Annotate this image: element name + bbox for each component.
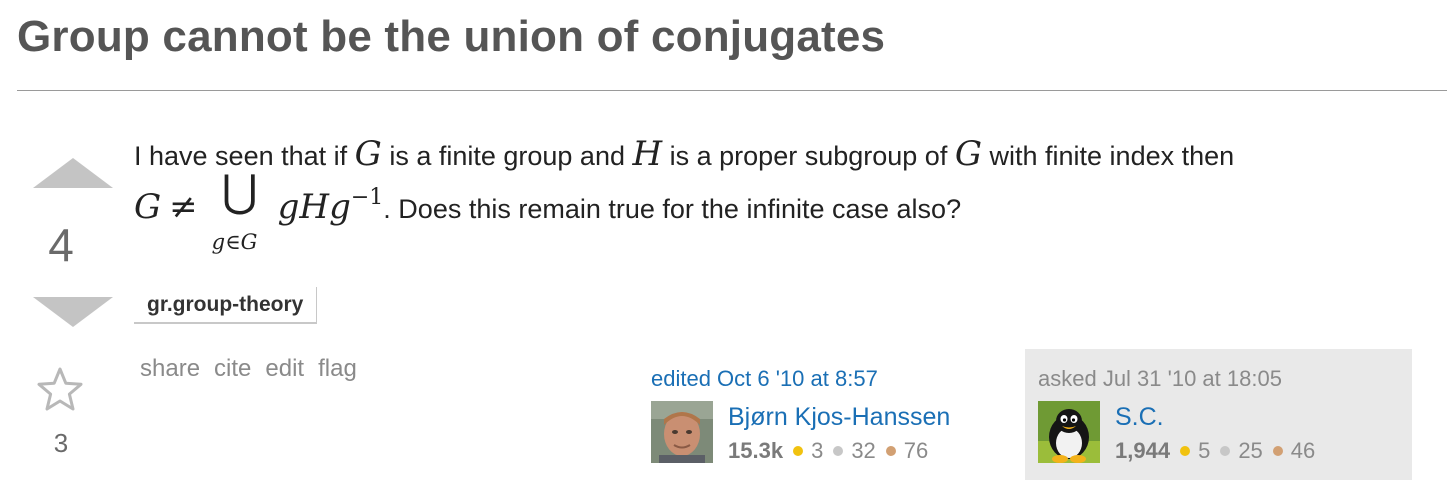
asker-reputation: 1,944 5 25 46 (1115, 438, 1316, 463)
editor-avatar[interactable] (651, 401, 713, 463)
editor-reputation: 15.3k 3 32 76 (728, 438, 929, 463)
body-line-2: G ≠ ⋃ g∈G gHg−1. Does this remain true for t… (134, 170, 1424, 255)
upvote-arrow-icon[interactable] (33, 158, 113, 188)
favorite-count: 3 (53, 428, 69, 458)
post-menu: share cite edit flag (140, 355, 371, 383)
asker-avatar[interactable] (1038, 401, 1100, 463)
asked-timestamp[interactable]: asked Jul 31 '10 at 18:05 (1038, 366, 1282, 392)
reputation-score: 1,944 (1115, 438, 1171, 463)
silver-badge-icon (833, 446, 844, 457)
question-title[interactable]: Group cannot be the union of conjugates (17, 12, 885, 62)
asker-name[interactable]: S.C. (1115, 403, 1164, 432)
bronze-badge-icon (1272, 446, 1283, 457)
math-gHg: gHg (277, 187, 351, 227)
editor-signature: edited Oct 6 '10 at 8:57 Bjørn Kjos-Hans… (651, 364, 1011, 480)
bronze-badge-icon (885, 446, 896, 457)
math-exponent: −1 (350, 185, 384, 210)
flag-link[interactable]: flag (318, 355, 357, 382)
downvote-arrow-icon[interactable] (33, 297, 113, 327)
body-line-1: I have seen that if G is a finite group … (134, 134, 1235, 174)
bigcup-subscript: g∈G (211, 230, 258, 254)
gold-badge-icon (1180, 446, 1191, 457)
math-bigcup: ⋃ g∈G (206, 170, 276, 255)
question-body: I have seen that if G is a finite group … (134, 133, 1424, 255)
gold-badge-icon (793, 446, 804, 457)
math-G: G (134, 187, 162, 227)
share-link[interactable]: share (140, 355, 200, 382)
title-divider (17, 90, 1447, 91)
math-neq: ≠ (169, 187, 198, 227)
reputation-score: 15.3k (728, 438, 784, 463)
math-G: G (354, 134, 382, 174)
edit-link[interactable]: edit (265, 355, 304, 382)
asker-signature: asked Jul 31 '10 at 18:05 S.C. 1,944 5 25 4… (1025, 349, 1412, 480)
vote-count: 4 (48, 219, 74, 271)
favorite-star-icon[interactable] (36, 366, 84, 412)
editor-name[interactable]: Bjørn Kjos-Hanssen (728, 403, 950, 432)
math-H: H (632, 134, 663, 174)
bigcup-symbol: ⋃ (221, 166, 258, 217)
tag-group-theory[interactable]: gr.group-theory (134, 287, 318, 324)
math-G: G (954, 134, 982, 174)
cite-link[interactable]: cite (214, 355, 251, 382)
silver-badge-icon (1220, 446, 1231, 457)
edited-timestamp[interactable]: edited Oct 6 '10 at 8:57 (651, 366, 878, 392)
